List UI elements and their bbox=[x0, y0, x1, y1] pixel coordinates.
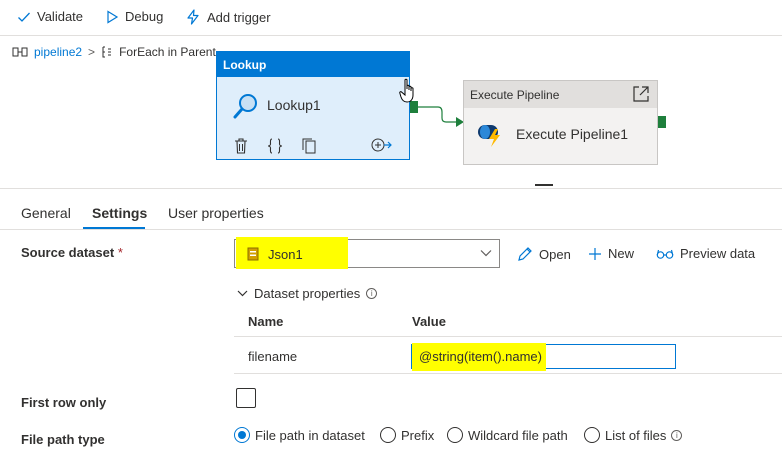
hand-cursor-icon bbox=[399, 78, 414, 103]
chevron-down-icon bbox=[480, 250, 492, 257]
delete-icon[interactable] bbox=[234, 138, 248, 154]
dataset-properties-label: Dataset properties bbox=[254, 286, 361, 301]
breadcrumb-activity: ForEach in Parent bbox=[119, 45, 216, 59]
property-value-input[interactable]: @string(item().name) bbox=[411, 343, 676, 371]
radio-file-path-in-dataset[interactable]: File path in dataset bbox=[234, 427, 365, 443]
add-trigger-label: Add trigger bbox=[207, 9, 271, 25]
add-output-arrow-icon[interactable] bbox=[371, 138, 393, 152]
new-label: New bbox=[608, 246, 635, 261]
info-icon: i bbox=[671, 429, 683, 441]
plus-icon bbox=[589, 247, 601, 260]
radio-wildcard-file-path[interactable]: Wildcard file path bbox=[447, 427, 568, 443]
dataset-properties-toggle[interactable]: Dataset properties i bbox=[237, 286, 378, 301]
chevron-down-icon bbox=[237, 290, 248, 297]
pipeline-icon bbox=[12, 47, 28, 57]
radio-label: Wildcard file path bbox=[468, 427, 568, 443]
execute-success-port[interactable] bbox=[658, 116, 666, 128]
radio-list-of-files[interactable]: List of files i bbox=[584, 427, 683, 443]
json-dataset-icon bbox=[247, 247, 259, 261]
success-connector bbox=[418, 106, 464, 127]
radio-button[interactable] bbox=[380, 427, 396, 443]
lookup-node-name: Lookup1 bbox=[267, 97, 321, 113]
open-dataset-button[interactable]: Open bbox=[517, 246, 571, 262]
toolbar: Validate Debug Add trigger bbox=[0, 0, 782, 36]
play-icon bbox=[107, 9, 119, 24]
first-row-only-checkbox[interactable] bbox=[236, 388, 256, 408]
name-column-header: Name bbox=[248, 314, 284, 329]
execute-pipeline-node[interactable]: Execute Pipeline Execute Pipeline1 bbox=[463, 80, 658, 165]
preview-data-button[interactable]: Preview data bbox=[656, 246, 755, 261]
add-trigger-button[interactable]: Add trigger bbox=[185, 9, 271, 25]
source-dataset-value: Json1 bbox=[268, 247, 303, 262]
lookup-activity-node[interactable]: Lookup Lookup1 bbox=[216, 51, 410, 160]
execute-node-name: Execute Pipeline1 bbox=[516, 126, 629, 142]
foreach-icon bbox=[102, 46, 112, 58]
magnifier-icon bbox=[233, 94, 257, 119]
validate-label: Validate bbox=[37, 9, 84, 24]
lookup-node-header: Lookup bbox=[217, 52, 409, 77]
tab-user-properties[interactable]: User properties bbox=[168, 205, 264, 221]
source-dataset-select[interactable]: Json1 bbox=[234, 237, 500, 269]
tab-general[interactable]: General bbox=[21, 205, 71, 221]
copy-icon[interactable] bbox=[302, 138, 316, 154]
breadcrumb: pipeline2 > ForEach in Parent bbox=[12, 45, 216, 59]
radio-label: File path in dataset bbox=[255, 427, 365, 443]
checkmark-icon bbox=[18, 12, 30, 22]
first-row-only-label: First row only bbox=[21, 395, 107, 410]
active-tab-indicator bbox=[83, 227, 145, 229]
tab-settings[interactable]: Settings bbox=[92, 205, 147, 221]
execute-node-header: Execute Pipeline bbox=[464, 81, 657, 108]
radio-prefix[interactable]: Prefix bbox=[380, 427, 434, 443]
pencil-icon bbox=[518, 247, 532, 261]
execute-pipeline-icon bbox=[478, 125, 500, 147]
radio-button[interactable] bbox=[447, 427, 463, 443]
new-dataset-button[interactable]: New bbox=[588, 246, 634, 261]
property-value: @string(item().name) bbox=[419, 349, 542, 364]
properties-tab-bar: General Settings User properties bbox=[0, 188, 782, 230]
dataset-properties-header: Name Value bbox=[234, 310, 782, 336]
radio-label: Prefix bbox=[401, 427, 435, 443]
debug-label: Debug bbox=[125, 9, 164, 24]
radio-button[interactable] bbox=[584, 427, 600, 443]
preview-label: Preview data bbox=[680, 246, 756, 261]
source-dataset-label: Source dataset * bbox=[21, 245, 123, 260]
breadcrumb-pipeline[interactable]: pipeline2 bbox=[34, 45, 82, 59]
open-label: Open bbox=[539, 246, 571, 262]
breadcrumb-separator: > bbox=[88, 45, 96, 59]
value-column-header: Value bbox=[412, 314, 446, 329]
code-braces-icon[interactable] bbox=[267, 138, 283, 154]
debug-button[interactable]: Debug bbox=[105, 9, 163, 24]
radio-button[interactable] bbox=[234, 427, 250, 443]
glasses-icon bbox=[656, 249, 674, 259]
required-marker: * bbox=[117, 245, 123, 260]
radio-label: List of files bbox=[605, 427, 667, 443]
file-path-type-label: File path type bbox=[21, 432, 105, 447]
property-name: filename bbox=[248, 349, 298, 364]
open-external-icon[interactable] bbox=[632, 85, 650, 103]
info-icon: i bbox=[366, 288, 378, 299]
lightning-icon bbox=[187, 9, 199, 25]
source-dataset-text: Source dataset bbox=[21, 245, 115, 260]
validate-button[interactable]: Validate bbox=[17, 9, 83, 24]
panel-resize-handle[interactable] bbox=[535, 184, 553, 186]
